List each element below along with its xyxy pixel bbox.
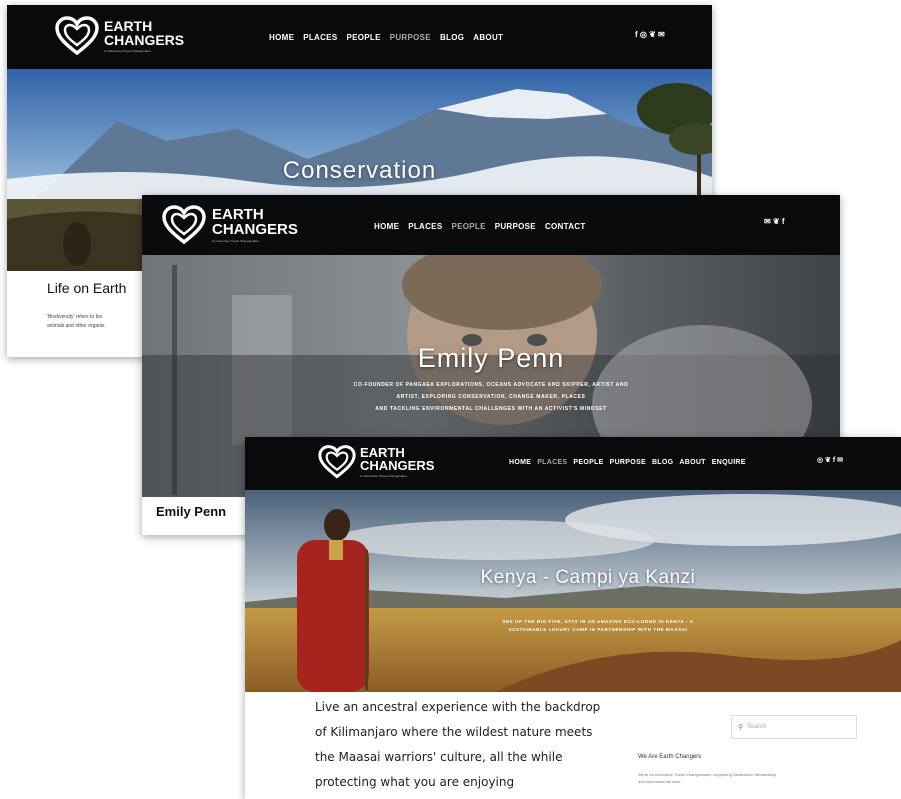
intro-paragraph: Live an ancestral experience with the ba… [315, 695, 645, 795]
main-menu: HOME PLACES PEOPLE PURPOSE BLOG ABOUT ENQUIRE [509, 459, 746, 466]
menu-item-people[interactable]: PEOPLE [573, 459, 603, 466]
hero-subtitle-line1: SEE UP THE BIG FIVE, STAY IN AN AMAZING … [502, 619, 694, 624]
menu-item-about[interactable]: ABOUT [473, 33, 503, 42]
search-icon: ⚲ [738, 724, 744, 731]
page-heading: Life on Earth [47, 280, 127, 296]
social-icons[interactable]: ◎ ❦ f ✉ [817, 456, 843, 464]
body-text-line2: animals and other organis [47, 323, 105, 329]
menu-item-places[interactable]: PLACES [303, 33, 337, 42]
menu-item-purpose[interactable]: PURPOSE [610, 459, 646, 466]
menu-item-places[interactable]: PLACES [537, 459, 567, 466]
menu-item-blog[interactable]: BLOG [440, 33, 464, 42]
kenya-landscape-image [245, 490, 901, 692]
intro-paragraph-line: protecting what you are enjoying [315, 775, 515, 789]
brand-line1: EARTH [212, 206, 264, 223]
brand-logo[interactable]: EARTH CHANGERS An Adventure Travel Chang… [317, 444, 434, 480]
search-box[interactable]: ⚲ Search [731, 715, 857, 739]
top-navigation: EARTH CHANGERS An Adventure Travel Chang… [7, 5, 712, 69]
hero-title: Kenya - Campi ya Kanzi [480, 567, 696, 588]
intro-paragraph-line: of Kilimanjaro where the wildest nature … [315, 725, 593, 739]
intro-paragraph-line: Live an ancestral experience with the ba… [315, 700, 601, 714]
menu-item-people[interactable]: PEOPLE [346, 33, 380, 42]
brand-tagline: An Adventure Travel Changemaker [104, 49, 151, 53]
hero-subtitle-line3: AND TACKLING ENVIRONMENTAL CHALLENGES WI… [375, 406, 607, 412]
main-menu: HOME PLACES PEOPLE PURPOSE CONTACT [374, 222, 586, 231]
menu-item-home[interactable]: HOME [509, 459, 531, 466]
brand-logo[interactable]: EARTH CHANGERS An Adventure Travel Chang… [160, 204, 298, 246]
brand-line2: CHANGERS [212, 221, 298, 238]
sidebar-text-line1: We're an Adventure Travel Changemaker, s… [638, 772, 777, 777]
menu-item-people[interactable]: PEOPLE [451, 222, 485, 231]
sidebar-text-line2: and environmental work. [638, 779, 682, 784]
brand-line2: CHANGERS [360, 458, 435, 473]
sidebar-heading: We Are Earth Changers [638, 754, 702, 760]
heart-logo-icon [318, 445, 356, 479]
body-text-line1: 'Biodiversity' refers to bio [47, 314, 103, 320]
brand-logo[interactable]: EARTH CHANGERS An Adventure Travel Chang… [54, 15, 184, 57]
heart-logo-icon [162, 205, 206, 245]
menu-item-about[interactable]: ABOUT [679, 459, 705, 466]
brand-line1: EARTH [104, 18, 153, 34]
menu-item-purpose[interactable]: PURPOSE [390, 33, 431, 42]
top-navigation: EARTH CHANGERS An Adventure Travel Chang… [142, 195, 840, 255]
brand-line2: CHANGERS [104, 32, 185, 48]
social-icons[interactable]: ✉ ❦ f [764, 217, 785, 226]
hero-subtitle-line2: ARTIST, EXPLORING CONSERVATION, CHANGE M… [396, 394, 586, 400]
menu-item-enquire[interactable]: ENQUIRE [712, 459, 746, 466]
search-input[interactable]: Search [747, 724, 766, 730]
main-menu: HOME PLACES PEOPLE PURPOSE BLOG ABOUT [269, 33, 503, 42]
menu-item-blog[interactable]: BLOG [652, 459, 673, 466]
hero-title: Emily Penn [417, 343, 565, 373]
hero-banner: Kenya - Campi ya Kanzi SEE UP THE BIG FI… [245, 490, 901, 692]
brand-tagline: An Adventure Travel Changemaker [212, 239, 259, 243]
screenshot-kenya: EARTH CHANGERS An Adventure Travel Chang… [245, 437, 901, 799]
top-navigation: EARTH CHANGERS An Adventure Travel Chang… [245, 437, 901, 490]
menu-item-places[interactable]: PLACES [408, 222, 442, 231]
hero-subtitle-line2: SUSTAINABLE LUXURY CAMP IN PARTNERSHIP W… [508, 627, 688, 632]
brand-tagline: An Adventure Travel Changemaker [360, 474, 407, 478]
page-heading: Emily Penn [156, 504, 227, 519]
intro-paragraph-line: the Maasai warriors' culture, all the wh… [315, 750, 563, 764]
menu-item-home[interactable]: HOME [269, 33, 294, 42]
hero-subtitle-line1: CO-FOUNDER OF PANGAEA EXPLORATIONS, OCEA… [353, 382, 629, 388]
hero-title: Conservation [282, 157, 437, 184]
menu-item-home[interactable]: HOME [374, 222, 399, 231]
menu-item-purpose[interactable]: PURPOSE [495, 222, 536, 231]
social-icons[interactable]: f ◎ ❦ ✉ [635, 30, 665, 39]
menu-item-contact[interactable]: CONTACT [545, 222, 586, 231]
heart-logo-icon [55, 16, 99, 56]
